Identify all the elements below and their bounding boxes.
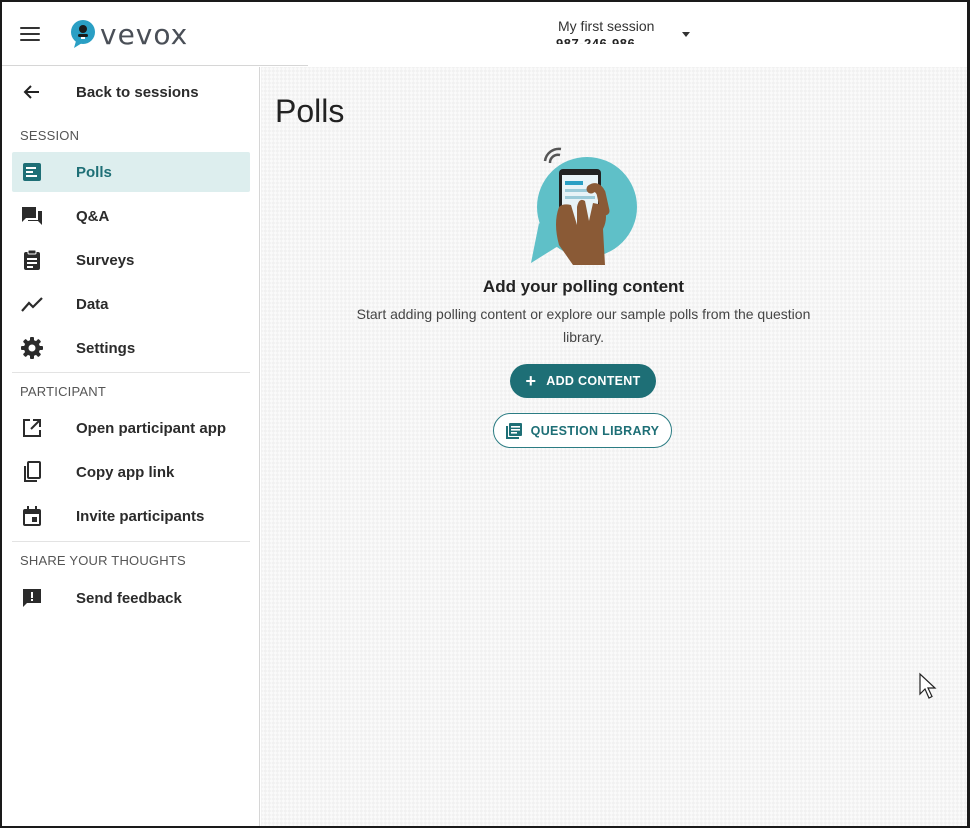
external-link-icon bbox=[20, 416, 44, 440]
sidebar-item-open-participant-app[interactable]: Open participant app bbox=[12, 408, 250, 448]
sidebar-item-label: Open participant app bbox=[76, 419, 227, 437]
question-library-label: QUESTION LIBRARY bbox=[530, 423, 660, 438]
vevox-logo: vevox bbox=[70, 17, 189, 51]
sidebar-item-label: Surveys bbox=[76, 251, 135, 269]
app-window: vevox My first session 987-246-986 Back … bbox=[0, 0, 970, 828]
section-header-participant: PARTICIPANT bbox=[20, 384, 106, 399]
chat-icon bbox=[20, 204, 44, 228]
back-to-sessions-link[interactable]: Back to sessions bbox=[12, 72, 250, 112]
divider bbox=[12, 541, 250, 542]
sidebar-item-label: Data bbox=[76, 295, 109, 313]
question-library-button[interactable]: QUESTION LIBRARY bbox=[493, 413, 672, 448]
sidebar-item-copy-app-link[interactable]: Copy app link bbox=[12, 452, 250, 492]
caret-down-icon[interactable] bbox=[682, 32, 690, 37]
back-label: Back to sessions bbox=[76, 83, 199, 101]
brand-name: vevox bbox=[100, 17, 189, 51]
sidebar-item-label: Invite participants bbox=[76, 507, 205, 525]
sidebar-item-label: Send feedback bbox=[76, 589, 182, 607]
sidebar-item-label: Copy app link bbox=[76, 463, 175, 481]
trend-icon bbox=[20, 292, 44, 316]
sidebar-item-label: Polls bbox=[76, 163, 112, 181]
mouse-cursor-icon bbox=[919, 672, 937, 699]
copy-icon bbox=[20, 460, 44, 484]
page-title: Polls bbox=[275, 93, 345, 129]
section-header-feedback: SHARE YOUR THOUGHTS bbox=[20, 553, 186, 568]
empty-state-title: Add your polling content bbox=[482, 277, 685, 296]
sidebar: Back to sessions SESSION Polls Q&A Surve… bbox=[2, 67, 260, 826]
sidebar-item-settings[interactable]: Settings bbox=[12, 328, 250, 368]
divider bbox=[12, 372, 250, 373]
empty-state-description: Start adding polling content or explore … bbox=[356, 306, 811, 345]
add-content-label: ADD CONTENT bbox=[546, 374, 641, 388]
sidebar-item-surveys[interactable]: Surveys bbox=[12, 240, 250, 280]
calendar-icon bbox=[20, 504, 44, 528]
top-bar: vevox My first session 987-246-986 bbox=[2, 2, 967, 66]
phone-tap-illustration bbox=[531, 147, 637, 265]
poll-icon bbox=[20, 160, 44, 184]
main-content: Polls Add your polling content Start add… bbox=[261, 67, 967, 826]
sidebar-item-invite-participants[interactable]: Invite participants bbox=[12, 496, 250, 536]
sidebar-item-data[interactable]: Data bbox=[12, 284, 250, 324]
top-bar-blank bbox=[308, 44, 967, 66]
clipboard-icon bbox=[20, 248, 44, 272]
sidebar-item-polls[interactable]: Polls bbox=[12, 152, 250, 192]
feedback-icon bbox=[20, 586, 44, 610]
vevox-logo-icon bbox=[71, 20, 95, 48]
sidebar-item-qa[interactable]: Q&A bbox=[12, 196, 250, 236]
session-name: My first session bbox=[558, 18, 655, 34]
arrow-left-icon bbox=[20, 80, 44, 104]
add-content-button[interactable]: + ADD CONTENT bbox=[510, 364, 656, 398]
sidebar-item-send-feedback[interactable]: Send feedback bbox=[12, 578, 250, 618]
gear-icon bbox=[20, 336, 44, 360]
plus-icon: + bbox=[525, 371, 537, 391]
sidebar-item-label: Q&A bbox=[76, 207, 110, 225]
sidebar-item-label: Settings bbox=[76, 339, 136, 357]
section-header-session: SESSION bbox=[20, 128, 80, 143]
hamburger-icon[interactable] bbox=[16, 20, 44, 48]
library-icon bbox=[505, 422, 522, 439]
